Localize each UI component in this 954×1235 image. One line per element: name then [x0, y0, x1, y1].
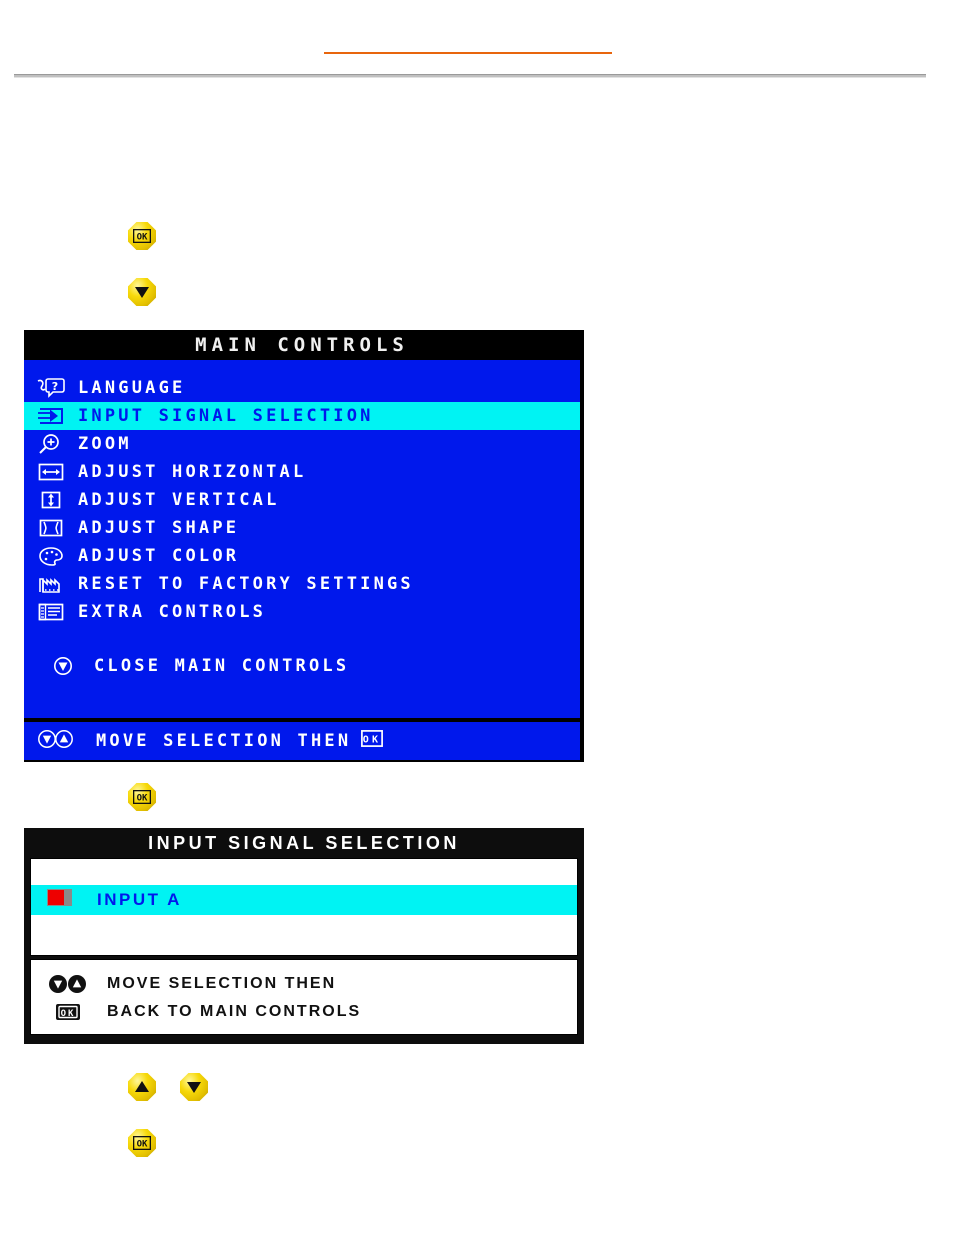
menu-spacer — [24, 626, 580, 652]
menu-item-language[interactable]: ? LANGUAGE — [24, 374, 580, 402]
ok-button-icon[interactable]: OK — [128, 783, 156, 811]
menu-item-label: ZOOM — [78, 434, 132, 454]
down-arrow-circle-icon — [52, 654, 86, 678]
input-option-input-a[interactable]: INPUT A — [31, 885, 577, 915]
language-speech-icon: ? — [36, 376, 70, 400]
magnifier-plus-icon — [36, 432, 70, 456]
ok-button-icon[interactable]: OK — [128, 222, 156, 250]
down-arrow-button-icon[interactable] — [128, 278, 156, 306]
osd-main-controls-panel: MAIN CONTROLS ? LANGUAGE INPUT SIGNAL SE… — [24, 330, 584, 762]
svg-text:OK: OK — [137, 233, 148, 243]
menu-item-reset-to-factory-settings[interactable]: RESET TO FACTORY SETTINGS — [24, 570, 580, 598]
menu-item-label: ADJUST VERTICAL — [78, 490, 280, 510]
ok-button-icon[interactable]: OK — [128, 1129, 156, 1157]
osd-hint-move-selection: MOVE SELECTION THEN — [31, 970, 577, 998]
osd-input-signal-list: INPUT A — [30, 858, 578, 956]
menu-item-label: INPUT SIGNAL SELECTION — [78, 406, 374, 426]
menu-item-label: RESET TO FACTORY SETTINGS — [78, 574, 414, 594]
menu-item-adjust-vertical[interactable]: ADJUST VERTICAL — [24, 486, 580, 514]
osd-footer-hint: MOVE SELECTION THEN OK — [96, 730, 384, 752]
menu-item-label: EXTRA CONTROLS — [78, 602, 267, 622]
osd-hint-text: BACK TO MAIN CONTROLS — [107, 1003, 362, 1020]
osd-main-controls-list: ? LANGUAGE INPUT SIGNAL SELECTION ZOOM A… — [24, 360, 580, 718]
menu-item-input-signal-selection[interactable]: INPUT SIGNAL SELECTION — [24, 402, 580, 430]
down-up-arrow-circle-icons — [47, 974, 103, 994]
menu-item-label: ADJUST SHAPE — [78, 518, 240, 538]
menu-item-close-main-controls[interactable]: CLOSE MAIN CONTROLS — [24, 652, 580, 680]
adjust-horizontal-icon — [36, 460, 70, 484]
osd-hint-text: MOVE SELECTION THEN — [107, 975, 337, 992]
down-up-arrow-circle-icons — [36, 728, 88, 754]
input-signal-icon — [36, 404, 70, 428]
svg-text:OK: OK — [363, 734, 381, 745]
ok-box-icon: OK — [361, 730, 384, 752]
factory-reset-icon — [36, 572, 70, 596]
osd-footer-hint-text: MOVE SELECTION THEN — [96, 731, 352, 751]
menu-item-label: ADJUST HORIZONTAL — [78, 462, 307, 482]
svg-text:OK: OK — [137, 1140, 148, 1150]
menu-item-label: CLOSE MAIN CONTROLS — [94, 656, 350, 676]
osd-input-signal-hints: MOVE SELECTION THEN OK BACK TO MAIN CONT… — [30, 959, 578, 1035]
adjust-vertical-icon — [36, 488, 70, 512]
menu-item-zoom[interactable]: ZOOM — [24, 430, 580, 458]
top-link-underline[interactable] — [324, 52, 612, 54]
color-palette-icon — [36, 544, 70, 568]
input-a-connector-icon — [47, 888, 73, 912]
ok-box-icon: OK — [47, 1002, 103, 1022]
down-arrow-button-icon[interactable] — [180, 1073, 208, 1101]
menu-item-adjust-shape[interactable]: ADJUST SHAPE — [24, 514, 580, 542]
menu-item-extra-controls[interactable]: EXTRA CONTROLS — [24, 598, 580, 626]
osd-input-signal-title: INPUT SIGNAL SELECTION — [24, 828, 584, 858]
svg-text:?: ? — [52, 380, 58, 393]
osd-input-signal-panel: INPUT SIGNAL SELECTION INPUT A MOVE SELE… — [24, 828, 584, 1044]
horizontal-divider — [14, 74, 926, 78]
menu-item-adjust-horizontal[interactable]: ADJUST HORIZONTAL — [24, 458, 580, 486]
menu-item-adjust-color[interactable]: ADJUST COLOR — [24, 542, 580, 570]
up-arrow-button-icon[interactable] — [128, 1073, 156, 1101]
svg-text:OK: OK — [137, 794, 148, 804]
svg-text:OK: OK — [61, 1009, 76, 1019]
menu-item-label: ADJUST COLOR — [78, 546, 240, 566]
input-option-label: INPUT A — [97, 890, 182, 909]
osd-main-controls-footer: MOVE SELECTION THEN OK — [24, 722, 580, 760]
adjust-shape-icon — [36, 516, 70, 540]
osd-main-controls-title: MAIN CONTROLS — [24, 330, 580, 360]
menu-item-label: LANGUAGE — [78, 378, 186, 398]
osd-hint-back-to-main-controls: OK BACK TO MAIN CONTROLS — [31, 998, 577, 1026]
extra-controls-icon — [36, 600, 70, 624]
